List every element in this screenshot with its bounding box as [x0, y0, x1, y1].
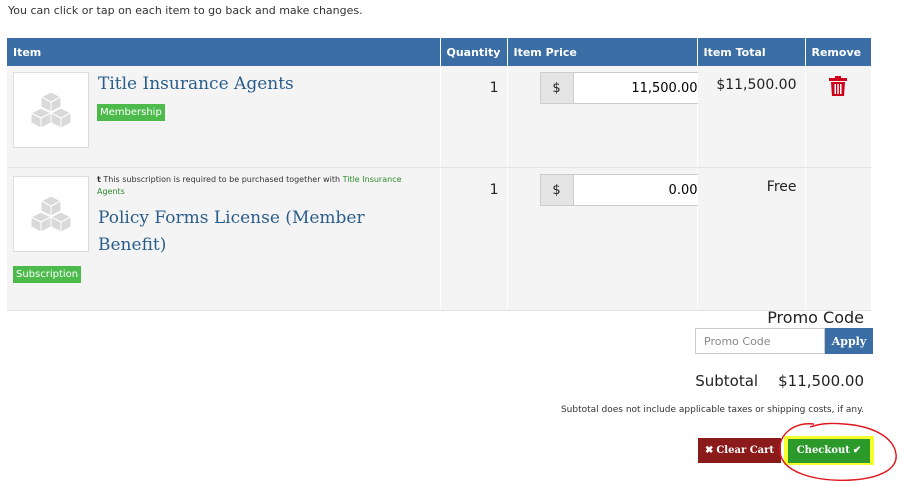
subtotal-value: $11,500.00	[778, 372, 864, 390]
cart-row-title-insurance[interactable]: Title Insurance Agents Membership 1 $ $1…	[7, 66, 871, 168]
quantity-value: 1	[440, 66, 508, 168]
close-icon: ✖	[704, 445, 714, 456]
clear-cart-label: Clear Cart	[716, 445, 775, 456]
subtotal-row: Subtotal $11,500.00	[695, 372, 864, 390]
promo-code-title: Promo Code	[767, 308, 864, 327]
item-cell[interactable]: Title Insurance Agents Membership	[7, 66, 441, 168]
required-text: This subscription is required to be purc…	[103, 175, 341, 184]
quantity-value: 1	[440, 167, 508, 311]
promo-code-form: Apply	[695, 328, 873, 354]
item-total-value: Free	[697, 167, 806, 311]
item-cell[interactable]: t This subscription is required to be pu…	[7, 167, 441, 311]
apply-button[interactable]: Apply	[825, 328, 873, 354]
remove-cell	[805, 66, 871, 168]
remove-cell	[805, 167, 871, 311]
promo-code-input[interactable]	[695, 328, 825, 354]
subscription-badge: Subscription	[13, 266, 82, 283]
product-placeholder-icon[interactable]	[13, 176, 89, 252]
subtotal-label: Subtotal	[695, 372, 759, 390]
checkmark-icon: ✔	[852, 445, 862, 456]
price-cell: $	[507, 66, 707, 168]
subtotal-note: Subtotal does not include applicable tax…	[560, 405, 864, 415]
checkout-label: Checkout	[796, 445, 850, 456]
price-input[interactable]	[573, 73, 706, 103]
checkout-button[interactable]: Checkout ✔	[788, 438, 870, 463]
trash-icon[interactable]	[828, 76, 847, 100]
header-item-price: Item Price	[507, 38, 698, 66]
required-prefix: t	[97, 175, 101, 184]
price-input-group: $	[539, 174, 707, 206]
cart-table: Item Quantity Item Price Item Total Remo…	[7, 38, 871, 311]
price-input[interactable]	[573, 175, 706, 205]
price-cell: $	[507, 167, 707, 311]
item-name-link[interactable]: Policy Forms License (Member Benefit)	[98, 205, 418, 259]
header-item: Item	[7, 38, 441, 66]
cart-row-policy-forms[interactable]: t This subscription is required to be pu…	[7, 167, 871, 311]
header-remove: Remove	[805, 38, 871, 66]
item-total-value: $11,500.00	[697, 66, 806, 168]
item-name-link[interactable]: Title Insurance Agents	[98, 74, 294, 94]
clear-cart-button[interactable]: ✖ Clear Cart	[698, 438, 781, 463]
header-item-total: Item Total	[697, 38, 806, 66]
header-quantity: Quantity	[440, 38, 508, 66]
currency-addon: $	[540, 73, 574, 103]
checkout-highlight: Checkout ✔	[784, 436, 874, 465]
currency-addon: $	[540, 175, 574, 205]
instructions-text: You can click or tap on each item to go …	[8, 4, 363, 17]
product-placeholder-icon[interactable]	[13, 72, 89, 148]
cart-header-row: Item Quantity Item Price Item Total Remo…	[7, 38, 871, 66]
membership-badge: Membership	[97, 104, 165, 121]
price-input-group: $	[539, 72, 707, 104]
required-note: t This subscription is required to be pu…	[97, 174, 427, 198]
